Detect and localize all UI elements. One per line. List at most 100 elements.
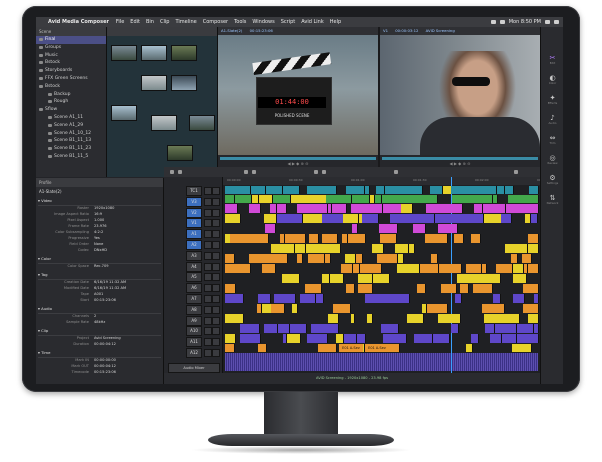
timeline-clip[interactable] <box>451 195 470 203</box>
timeline-clip[interactable] <box>225 186 239 194</box>
timeline-clip[interactable] <box>345 254 357 263</box>
timeline-clip[interactable] <box>264 224 276 233</box>
timeline-clip[interactable] <box>250 186 267 194</box>
timeline-clip[interactable] <box>380 234 398 243</box>
timeline-clip[interactable] <box>359 264 383 273</box>
bin-item[interactable]: Bstock <box>36 83 106 91</box>
timeline-clip[interactable] <box>311 324 335 333</box>
timeline-clip[interactable] <box>263 324 279 333</box>
timeline-clip[interactable] <box>296 254 303 263</box>
tool-settings[interactable]: ⚙ Settings <box>545 175 560 185</box>
timeline-clip[interactable] <box>262 264 277 273</box>
timeline-clip[interactable] <box>528 314 539 323</box>
timeline-clip[interactable] <box>291 304 299 313</box>
timeline-clip[interactable] <box>526 195 539 203</box>
timeline-clip[interactable] <box>394 244 410 253</box>
timeline-clip[interactable] <box>501 334 518 343</box>
timeline-clip[interactable] <box>315 294 325 303</box>
menu-clip[interactable]: Clip <box>157 17 172 27</box>
timeline-clip[interactable] <box>533 294 539 303</box>
timeline-clip[interactable] <box>437 224 458 233</box>
bin-item[interactable]: Storyboards <box>36 67 106 75</box>
timeline-clip[interactable] <box>347 234 366 243</box>
timeline-clip[interactable] <box>225 214 242 223</box>
track-mute-button[interactable] <box>212 327 220 336</box>
menu-windows[interactable]: Windows <box>249 17 277 27</box>
timeline-clip[interactable] <box>304 204 320 213</box>
track-solo-button[interactable] <box>204 197 212 206</box>
track-header[interactable]: A10 <box>164 325 222 337</box>
clip-thumbnail[interactable] <box>151 115 177 131</box>
menu-bin[interactable]: Bin <box>143 17 157 27</box>
timeline-clip[interactable] <box>225 294 244 303</box>
timeline-clip[interactable] <box>225 314 245 323</box>
track-header[interactable]: A3 <box>164 250 222 261</box>
track-mute-button[interactable] <box>212 187 220 195</box>
clip-thumbnail[interactable] <box>111 105 137 121</box>
timeline-clip[interactable] <box>413 224 426 233</box>
track-mute-button[interactable] <box>212 316 220 325</box>
timeline-clip[interactable] <box>470 234 481 243</box>
timeline-clip[interactable] <box>424 234 449 243</box>
track-header[interactable]: A2 <box>164 239 222 250</box>
track-solo-button[interactable] <box>204 349 212 357</box>
clip-thumbnail[interactable] <box>171 75 197 91</box>
timeline-clip[interactable] <box>289 324 307 333</box>
timeline-clip[interactable] <box>276 204 287 213</box>
record-sequence-name[interactable]: AVID Screening <box>423 28 458 33</box>
play-icon[interactable] <box>170 170 174 174</box>
app-name[interactable]: Avid Media Composer <box>48 17 113 27</box>
timeline-clip[interactable] <box>334 324 340 333</box>
bin-item[interactable]: FFX Green Screens <box>36 75 106 83</box>
timeline-clip[interactable] <box>351 204 363 213</box>
bin-item[interactable]: Scene A1_29 <box>36 122 106 130</box>
timeline-clip[interactable] <box>318 334 328 343</box>
audio-mixer-button[interactable]: Audio Mixer <box>168 363 220 373</box>
timeline-clip[interactable] <box>260 234 269 243</box>
track-mute-button[interactable] <box>212 197 220 206</box>
control-center-icon[interactable] <box>554 20 559 24</box>
record-track[interactable]: V1 <box>380 28 391 33</box>
timeline-clip[interactable] <box>504 314 521 323</box>
timeline-clip[interactable] <box>438 314 461 323</box>
timeline-clip[interactable] <box>300 294 317 303</box>
bin-item[interactable]: Scene B1_11_23 <box>36 145 106 153</box>
timeline-clip[interactable] <box>364 294 389 303</box>
timeline-clip[interactable] <box>225 344 236 352</box>
bin-item[interactable]: Scene A1_11 <box>36 114 106 122</box>
track-label[interactable]: A6 <box>186 283 202 294</box>
timeline-clip[interactable] <box>256 204 261 213</box>
timeline-clip[interactable] <box>282 186 301 194</box>
track-mute-button[interactable] <box>212 273 220 282</box>
timeline-clip[interactable] <box>520 204 539 213</box>
track-header[interactable]: A1 <box>164 228 222 240</box>
track-label[interactable]: V3 <box>186 196 202 207</box>
timeline-clip[interactable] <box>376 254 399 263</box>
timeline-clip[interactable] <box>507 195 527 203</box>
timeline-clip[interactable] <box>268 254 289 263</box>
timeline-clip[interactable] <box>516 324 535 333</box>
timeline-clip[interactable] <box>351 195 371 203</box>
track-solo-button[interactable] <box>204 338 212 347</box>
timeline-clip[interactable] <box>396 264 421 273</box>
track-header[interactable]: V3 <box>164 196 222 207</box>
timeline-clip[interactable] <box>362 214 379 223</box>
track-header[interactable]: V2 <box>164 207 222 218</box>
timeline-clip[interactable] <box>461 214 485 223</box>
menu-help[interactable]: Help <box>327 17 344 27</box>
clip-thumbnail[interactable] <box>189 115 215 131</box>
track-label[interactable]: A4 <box>186 261 202 272</box>
timeline-clip[interactable] <box>512 344 532 352</box>
timeline-clip[interactable] <box>456 204 464 213</box>
timeline-clip[interactable] <box>358 284 373 293</box>
menu-edit[interactable]: Edit <box>127 17 143 27</box>
timeline-clip[interactable] <box>438 264 462 273</box>
timeline-clip[interactable] <box>339 195 353 203</box>
timeline-clip[interactable] <box>328 314 340 323</box>
timeline-clip[interactable] <box>466 264 483 273</box>
track-label[interactable]: A3 <box>186 250 202 261</box>
tool-color[interactable]: ◐ Color <box>545 75 560 85</box>
timeline-clip[interactable] <box>244 234 261 243</box>
timeline-clip[interactable] <box>527 264 539 273</box>
track-label[interactable]: V1 <box>186 218 202 229</box>
